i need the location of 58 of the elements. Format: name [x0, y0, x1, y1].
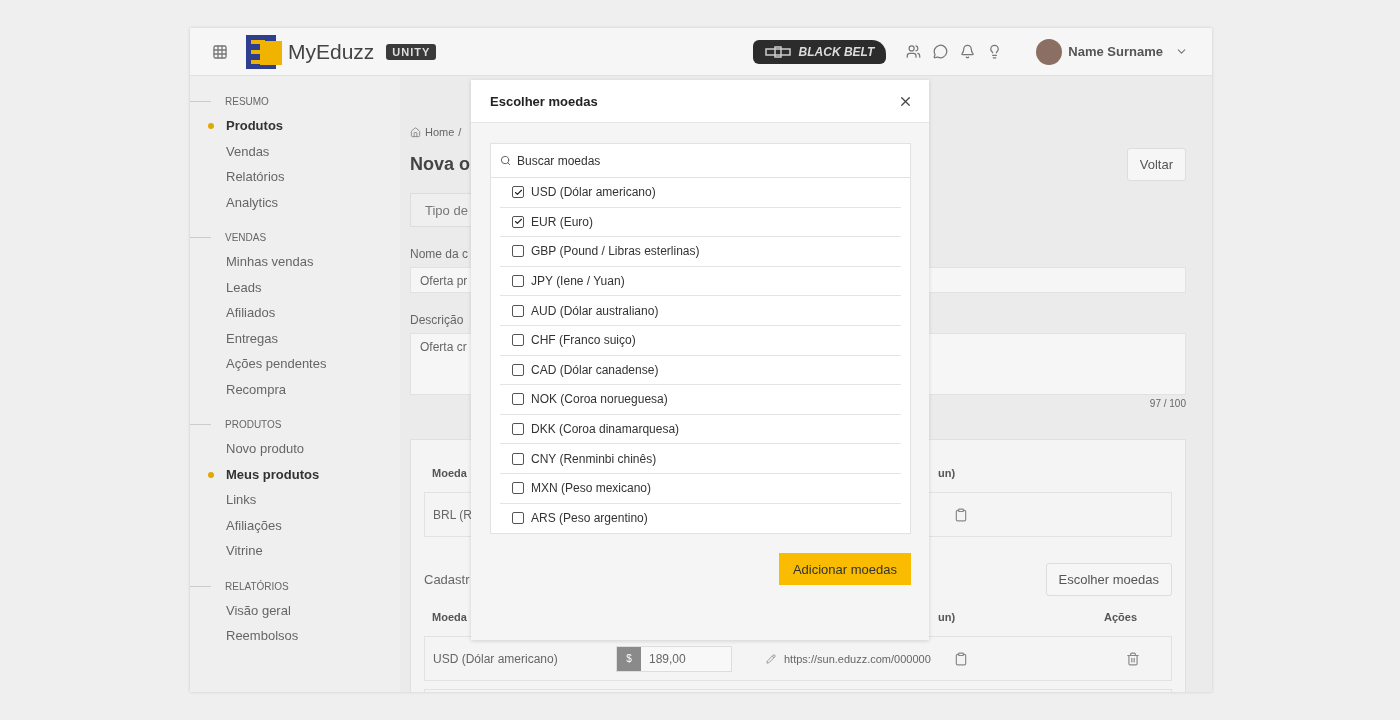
type-select[interactable]: Tipo de [410, 193, 471, 227]
field-label: Nome da c [410, 247, 469, 261]
currency-option[interactable]: AUD (Dólar australiano) [531, 303, 659, 318]
currency-option[interactable]: JPY (Iene / Yuan) [531, 274, 625, 289]
dialog-title: Escolher moedas [490, 93, 598, 109]
sidebar-item[interactable]: Recompra [190, 379, 400, 405]
sidebar-item[interactable]: Visão geral [190, 600, 400, 626]
section-label: Cadastr [424, 572, 470, 587]
back-button[interactable]: Voltar [1126, 148, 1186, 181]
currency-option[interactable]: MXN (Peso mexicano) [531, 481, 652, 496]
user-name[interactable]: Name Surname [1068, 44, 1163, 59]
sidebar-item[interactable]: Ações pendentes [190, 354, 400, 380]
column-header: Moeda [432, 611, 468, 623]
sidebar-item[interactable]: Produtos [190, 116, 400, 142]
section-title: RESUMO [225, 96, 269, 107]
sidebar-item[interactable]: Meus produtos [190, 464, 400, 490]
sidebar-item[interactable]: Relatórios [190, 167, 400, 193]
sidebar-item[interactable]: Vitrine [190, 541, 400, 567]
currency-option[interactable]: CHF (Franco suiço) [531, 333, 636, 348]
section-title: RELATÓRIOS [225, 580, 289, 592]
page-title: Nova o [410, 154, 470, 175]
breadcrumb-link[interactable]: Home [425, 126, 455, 138]
column-header: Moeda [432, 467, 468, 479]
sidebar-item[interactable]: Analytics [190, 192, 400, 218]
column-header: Ações [1104, 611, 1139, 623]
currency-cell: BRL (R [433, 507, 472, 522]
currency-option[interactable]: CAD (Dólar canadense) [531, 362, 659, 377]
field-label: Descrição [410, 313, 464, 327]
sidebar-item[interactable]: Minhas vendas [190, 252, 400, 278]
sidebar-item[interactable]: Links [190, 490, 400, 516]
sidebar-item[interactable]: Afiliações [190, 515, 400, 541]
sidebar-item[interactable]: Vendas [190, 141, 400, 167]
breadcrumb-separator: / [458, 126, 462, 138]
sidebar-item[interactable]: Reembolsos [190, 626, 400, 652]
currency-option[interactable]: DKK (Coroa dinamarquesa) [531, 422, 680, 437]
currency-option[interactable]: CNY (Renminbi chinês) [531, 451, 657, 466]
currency-option[interactable]: USD (Dólar americano) [531, 185, 656, 200]
currency-option[interactable]: EUR (Euro) [531, 214, 593, 229]
price-field[interactable]: $ 189,00 [616, 645, 732, 672]
section-title: PRODUTOS [225, 419, 282, 430]
app-name: MyEduzz [288, 39, 375, 64]
character-counter: 97 / 100 [1149, 398, 1186, 409]
sidebar-item[interactable]: Novo produto [190, 439, 400, 465]
currency-cell: USD (Dólar americano) [433, 651, 558, 666]
add-currencies-button[interactable]: Adicionar moedas [778, 553, 911, 586]
choose-currencies-button[interactable]: Escolher moedas [1045, 563, 1172, 596]
section-title: VENDAS [225, 232, 267, 243]
currency-option[interactable]: ARS (Peso argentino) [531, 511, 648, 526]
currency-option[interactable]: GBP (Pound / Libras esterlinas) [531, 244, 700, 259]
sidebar-item[interactable]: Entregas [190, 328, 400, 354]
edition-badge: UNITY [386, 43, 437, 60]
column-header: un) [938, 467, 957, 479]
column-header: un) [938, 611, 957, 623]
currency-option[interactable]: NOK (Coroa norueguesa) [531, 392, 668, 407]
sidebar-item[interactable]: Afiliados [190, 303, 400, 329]
rank-badge: BLACK BELT [752, 39, 887, 64]
sidebar-item[interactable]: Leads [190, 277, 400, 303]
offer-link[interactable]: https://sun.eduzz.com/000000 [784, 652, 931, 665]
